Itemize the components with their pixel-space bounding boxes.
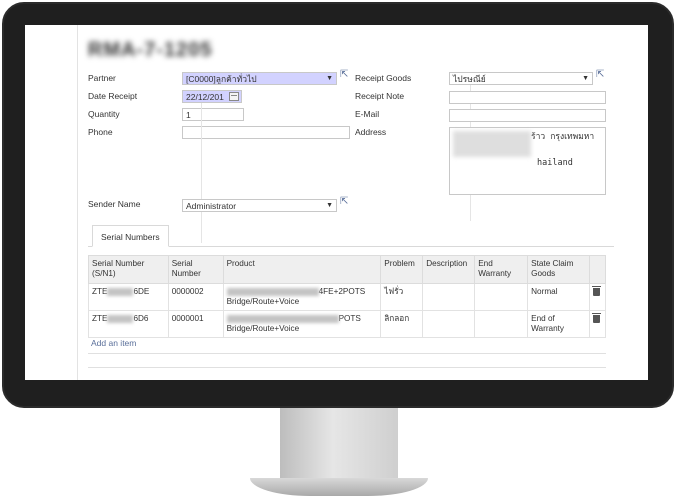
form-sheet: RMA-7-1205 Partner [C0000]ลูกค้าทั่วไป ▼…	[77, 25, 648, 380]
serial-number-cell: 0000002	[167, 283, 224, 311]
table-row[interactable]: ZTE 6D6 0000001 POTS Bridge/Route+Voice ลิ…	[88, 310, 607, 338]
receipt-goods-label: Receipt Goods	[355, 73, 412, 83]
receipt-note-label: Receipt Note	[355, 91, 405, 101]
column-header[interactable]: Description	[422, 255, 476, 284]
chevron-down-icon: ▼	[326, 75, 333, 82]
quantity-input[interactable]: 1	[182, 108, 244, 121]
partner-select[interactable]: [C0000]ลูกค้าทั่วไป ▼	[182, 72, 337, 85]
serial-suffix: 6DE	[133, 287, 150, 296]
state-cell: End of Warranty	[527, 310, 590, 338]
calendar-icon[interactable]	[229, 92, 239, 101]
page-title-text: RMA-7-1205	[88, 39, 213, 61]
trash-icon[interactable]	[591, 286, 601, 296]
blurred-text	[226, 287, 319, 296]
serial-sn1-cell: ZTE 6D6	[88, 310, 169, 338]
serial-numbers-table: Serial Number (S/N1) Serial Number Produ…	[88, 255, 607, 338]
sender-name-label: Sender Name	[88, 199, 141, 209]
product-line-1: 4FE+2POTS	[318, 287, 366, 296]
address-line-2: hailand	[537, 158, 573, 168]
column-header-actions	[588, 255, 607, 284]
blurred-text	[107, 314, 134, 323]
column-header[interactable]: State Claim Goods	[527, 255, 590, 284]
date-receipt-value: 22/12/201	[186, 92, 224, 102]
column-header[interactable]: Serial Number (S/N1)	[88, 255, 169, 284]
divider	[88, 367, 606, 368]
receipt-goods-select[interactable]: ไปรษณีย์ ▼	[449, 72, 593, 85]
sender-name-select[interactable]: Administrator ▼	[182, 199, 337, 212]
phone-input[interactable]	[182, 126, 350, 139]
monitor-stand-base	[250, 478, 428, 496]
blurred-address	[453, 131, 531, 157]
tab-bar: Serial Numbers	[88, 225, 614, 247]
page-title: RMA-7-1205	[88, 39, 212, 62]
email-label: E-Mail	[355, 109, 380, 119]
description-cell	[422, 310, 476, 338]
serial-sn1-cell: ZTE 6DE	[88, 283, 169, 311]
column-header[interactable]: Product	[222, 255, 382, 284]
tab-serial-numbers[interactable]: Serial Numbers	[92, 225, 169, 247]
column-header[interactable]: Problem	[380, 255, 424, 284]
product-cell: POTS Bridge/Route+Voice	[222, 310, 382, 338]
blurred-text	[107, 287, 134, 296]
chevron-down-icon: ▼	[582, 75, 589, 82]
email-input[interactable]	[449, 109, 606, 122]
problem-cell: ลิกลอก	[380, 310, 424, 338]
quantity-value: 1	[186, 110, 191, 120]
product-line-2: Bridge/Route+Voice	[226, 324, 300, 333]
table-header-row: Serial Number (S/N1) Serial Number Produ…	[88, 255, 607, 284]
sender-name-value: Administrator	[186, 201, 237, 211]
state-cell: Normal	[527, 283, 590, 311]
add-item-link[interactable]: Add an item	[91, 338, 136, 348]
date-receipt-label: Date Receipt	[88, 91, 138, 101]
external-link-icon[interactable]: ⇱	[340, 196, 348, 207]
product-cell: 4FE+2POTS Bridge/Route+Voice	[222, 283, 382, 311]
address-line-1: ร้าว กรุงเทพมหา	[531, 132, 595, 142]
column-header[interactable]: Serial Number	[167, 255, 224, 284]
column-divider	[201, 103, 202, 243]
blurred-text	[226, 314, 339, 323]
serial-suffix: 6D6	[133, 314, 149, 323]
external-link-icon[interactable]: ⇱	[596, 69, 604, 80]
problem-cell: ไฟรั่ว	[380, 283, 424, 311]
quantity-label: Quantity	[88, 109, 120, 119]
delete-cell	[588, 283, 607, 311]
divider	[88, 353, 606, 354]
receipt-note-input[interactable]	[449, 91, 606, 104]
phone-label: Phone	[88, 127, 113, 137]
end-warranty-cell	[474, 310, 529, 338]
description-cell	[422, 283, 476, 311]
product-line-1: POTS	[338, 314, 361, 323]
serial-number-cell: 0000001	[167, 310, 224, 338]
partner-label: Partner	[88, 73, 116, 83]
monitor-stand-neck	[280, 408, 398, 480]
partner-value: [C0000]ลูกค้าทั่วไป	[186, 74, 257, 84]
trash-icon[interactable]	[591, 313, 601, 323]
end-warranty-cell	[474, 283, 529, 311]
table-row[interactable]: ZTE 6DE 0000002 4FE+2POTS Bridge/Route+Voi…	[88, 283, 607, 311]
screen: RMA-7-1205 Partner [C0000]ลูกค้าทั่วไป ▼…	[25, 25, 648, 380]
address-textarea[interactable]: ร้าว กรุงเทพมหา hailand	[449, 127, 606, 195]
column-header[interactable]: End Warranty	[474, 255, 529, 284]
serial-prefix: ZTE	[92, 287, 108, 296]
delete-cell	[588, 310, 607, 338]
receipt-goods-value: ไปรษณีย์	[453, 74, 486, 84]
external-link-icon[interactable]: ⇱	[340, 69, 348, 80]
serial-prefix: ZTE	[92, 314, 108, 323]
product-line-2: Bridge/Route+Voice	[226, 297, 300, 306]
chevron-down-icon: ▼	[326, 202, 333, 209]
address-label: Address	[355, 127, 387, 137]
date-receipt-input[interactable]: 22/12/201	[182, 90, 242, 103]
